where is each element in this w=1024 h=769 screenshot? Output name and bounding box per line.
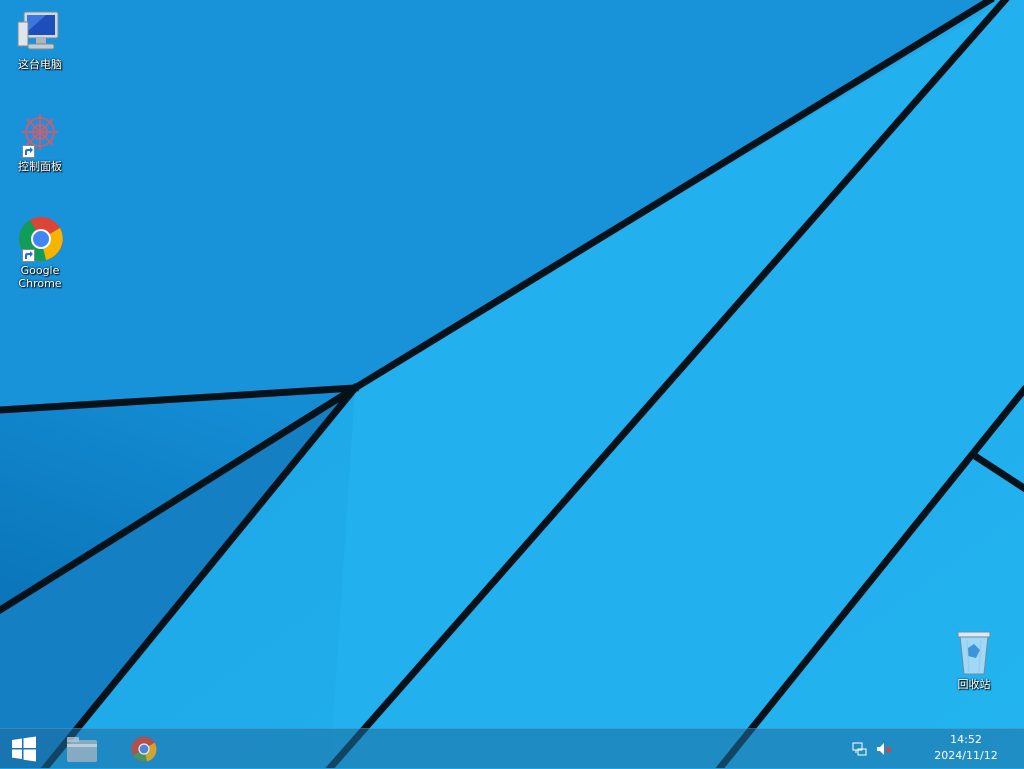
shortcut-arrow-icon	[22, 145, 35, 158]
computer-icon	[16, 8, 64, 56]
system-tray: 14:52 2024/11/12	[844, 729, 1024, 769]
recycle-bin-icon	[950, 628, 998, 676]
desktop-icon-label: 这台电脑	[18, 58, 62, 71]
network-icon[interactable]	[852, 741, 868, 757]
desktop-icon-label: Google Chrome	[18, 264, 62, 290]
taskbar-file-explorer[interactable]	[58, 729, 106, 769]
desktop-icon-settings[interactable]: 控制面板	[2, 110, 78, 173]
chrome-icon	[131, 736, 157, 762]
gear-icon	[16, 110, 64, 158]
desktop: 这台电脑 控制面板 Google Chrome 回收站	[0, 0, 1024, 768]
wallpaper	[0, 0, 1024, 768]
desktop-icon-label: 回收站	[957, 678, 991, 691]
taskbar-chrome[interactable]	[120, 729, 168, 769]
desktop-icon-chrome[interactable]: Google Chrome	[2, 214, 78, 290]
taskbar: 14:52 2024/11/12	[0, 728, 1024, 768]
folder-icon	[67, 737, 97, 762]
desktop-icon-label: 控制面板	[18, 160, 62, 173]
clock-time: 14:52	[950, 733, 982, 746]
desktop-icon-recycle-bin[interactable]: 回收站	[936, 628, 1012, 691]
clock-date: 2024/11/12	[934, 749, 998, 762]
clock[interactable]: 14:52 2024/11/12	[926, 732, 1006, 764]
shortcut-arrow-icon	[22, 249, 35, 262]
start-button[interactable]	[0, 729, 48, 769]
desktop-icon-computer[interactable]: 这台电脑	[2, 8, 78, 71]
volume-muted-icon[interactable]	[876, 741, 892, 757]
chrome-icon	[16, 214, 64, 262]
windows-logo-icon	[12, 736, 36, 762]
